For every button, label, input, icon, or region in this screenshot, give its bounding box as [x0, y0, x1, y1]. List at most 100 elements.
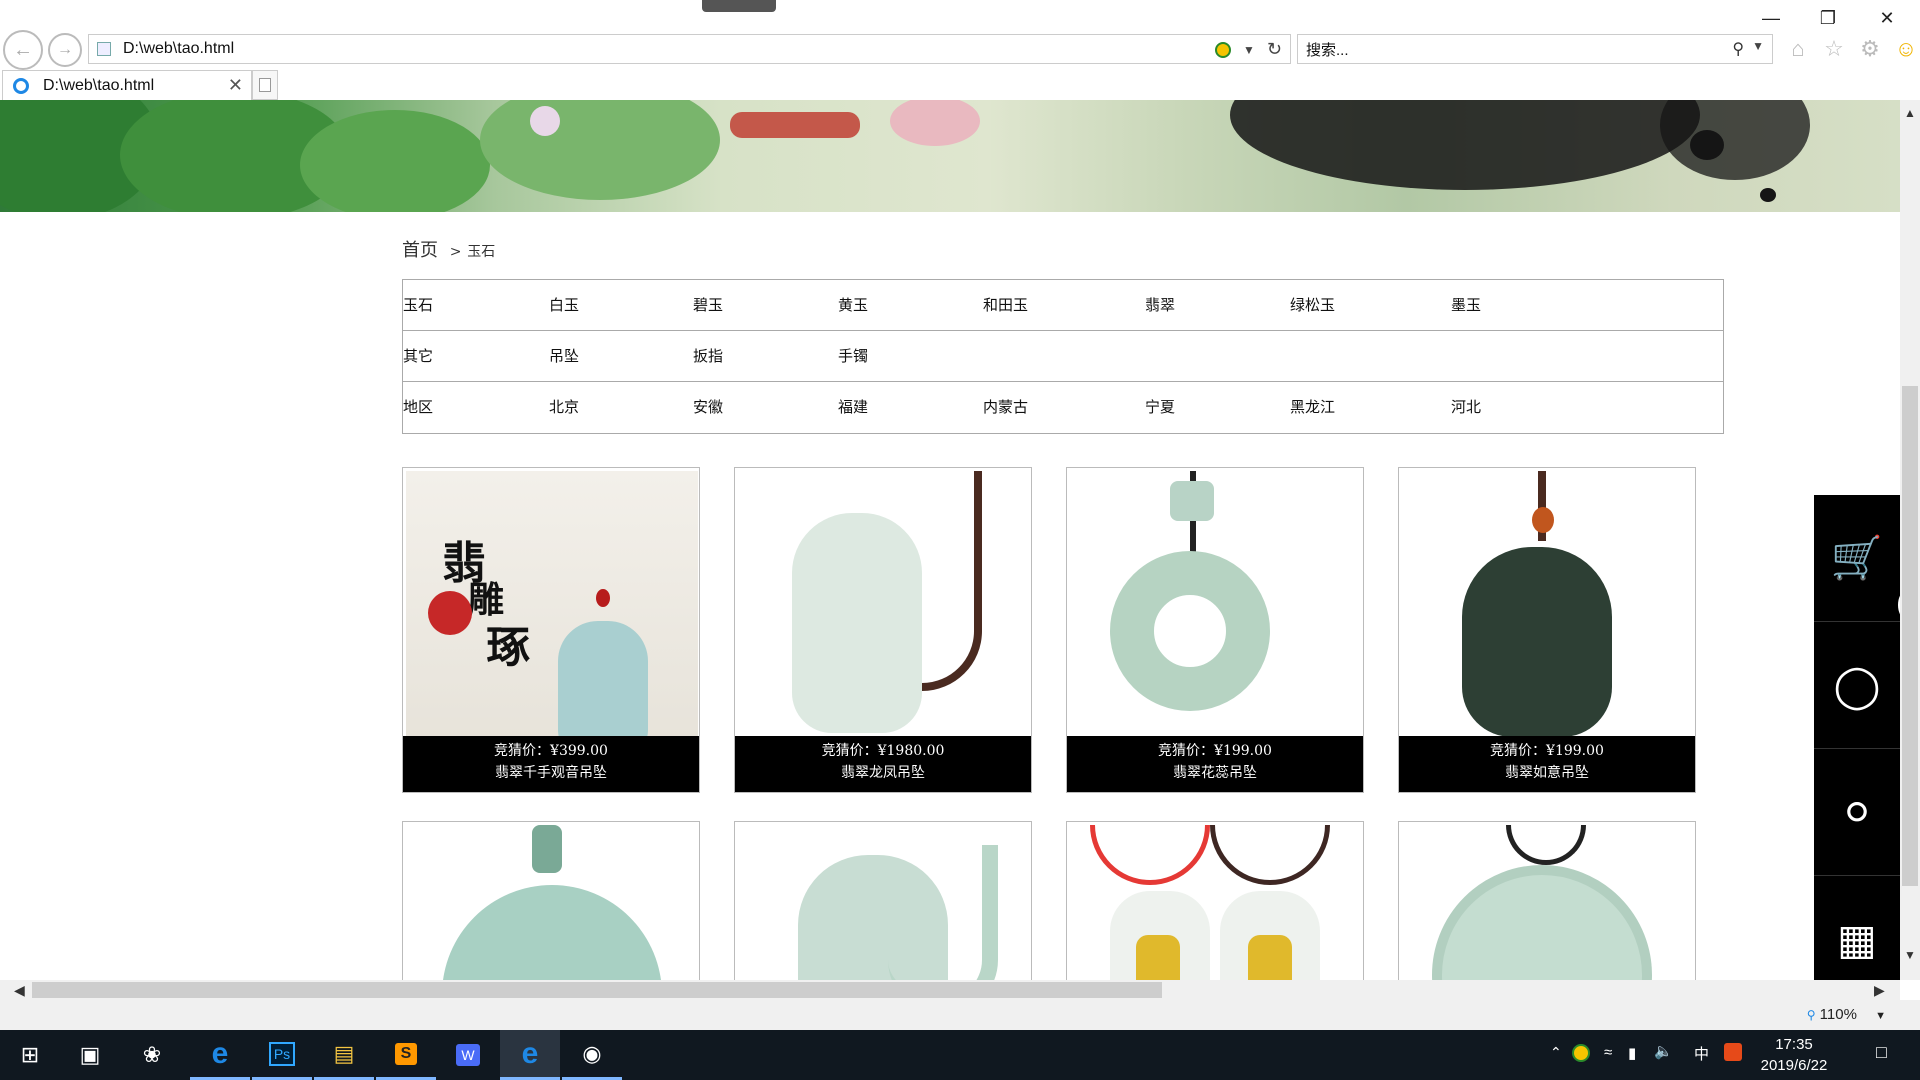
file-explorer-icon[interactable]: ▤ [314, 1030, 374, 1080]
footprint-icon[interactable]: ⚪ [1814, 749, 1900, 876]
qrcode-icon[interactable]: ▦ [1814, 876, 1900, 980]
ie-icon[interactable]: e [500, 1030, 560, 1080]
qq-icon[interactable]: ◯ [1814, 622, 1900, 749]
filter-item[interactable]: 北京 [549, 396, 579, 417]
chevron-down-icon[interactable]: ▼ [1875, 1010, 1886, 1022]
scroll-down-icon[interactable]: ▼ [1904, 948, 1916, 962]
photoshop-badge: Ps [268, 1041, 296, 1066]
filter-item[interactable]: 安徽 [693, 396, 723, 417]
address-bar[interactable]: D:\web\tao.html ▼ ↻ [88, 34, 1291, 64]
scrollbar-thumb[interactable] [1902, 386, 1918, 886]
home-icon[interactable]: ⌂ [1785, 36, 1811, 62]
ime-indicator[interactable]: 中 [1694, 1043, 1709, 1064]
chevron-down-icon[interactable]: ▼ [1752, 39, 1764, 59]
minimize-button[interactable]: — [1751, 6, 1791, 30]
filter-item[interactable]: 福建 [838, 396, 868, 417]
zoom-control[interactable]: ⚲ 110% ▼ [1807, 1006, 1886, 1023]
scroll-up-icon[interactable]: ▲ [1904, 106, 1916, 120]
edge-icon[interactable]: e [190, 1030, 250, 1080]
filter-item[interactable]: 宁夏 [1145, 396, 1175, 417]
cord-shape [532, 825, 562, 873]
filter-item[interactable]: 碧玉 [693, 294, 723, 315]
filter-item[interactable]: 黑龙江 [1290, 396, 1335, 417]
filter-item[interactable]: 扳指 [693, 345, 723, 366]
product-card[interactable] [402, 821, 700, 980]
search-placeholder: 搜索... [1306, 41, 1349, 59]
chevron-down-icon[interactable]: ▼ [1243, 43, 1255, 57]
new-tab-button[interactable] [252, 70, 278, 100]
bead [1532, 507, 1554, 533]
bead [1170, 481, 1214, 521]
restore-button[interactable]: ❐ [1808, 6, 1848, 30]
product-caption: 竞猜价：¥1980.00 翡翠龙凤吊坠 [735, 736, 1031, 792]
browser-window: — ❐ ✕ ← → D:\web\tao.html ▼ ↻ 搜索... ⚲ ▼ … [0, 0, 1920, 1080]
taskbar: ⊞ ▣ ❀ e Ps ▤ S W e ◉ ⌃ ≈ ▮ 🔈 中 □ [0, 1030, 1920, 1080]
chevron-up-icon[interactable]: ⌃ [1550, 1044, 1562, 1061]
photoshop-icon[interactable]: Ps [252, 1030, 312, 1080]
pinwheel-app-icon[interactable]: ❀ [122, 1030, 182, 1080]
product-name[interactable]: 翡翠龙凤吊坠 [735, 762, 1031, 784]
breadcrumb-home-link[interactable]: 首页 [402, 240, 438, 261]
close-window-button[interactable]: ✕ [1867, 6, 1907, 30]
product-name[interactable]: 翡翠花蕊吊坠 [1067, 762, 1363, 784]
task-view-icon[interactable]: ▣ [60, 1030, 120, 1080]
product-card[interactable] [734, 821, 1032, 980]
forward-button[interactable]: → [48, 33, 82, 67]
product-card[interactable] [1066, 821, 1364, 980]
product-caption: 竞猜价：¥399.00 翡翠千手观音吊坠 [403, 736, 699, 792]
address-url: D:\web\tao.html [123, 40, 235, 57]
qq-icon[interactable]: ◉ [562, 1030, 622, 1080]
product-card[interactable]: 竞猜价：¥1980.00 翡翠龙凤吊坠 [734, 467, 1032, 793]
search-input[interactable]: 搜索... ⚲ ▼ [1297, 34, 1773, 64]
battery-icon[interactable]: ▮ [1628, 1044, 1636, 1062]
volume-icon[interactable]: 🔈 [1654, 1042, 1673, 1060]
vertical-scrollbar[interactable]: ▲ ▼ [1900, 100, 1920, 980]
filter-item[interactable]: 和田玉 [983, 294, 1028, 315]
pendant-shape [1432, 865, 1652, 980]
cart-icon[interactable]: 🛒 [1814, 495, 1900, 622]
tab-current[interactable]: D:\web\tao.html ✕ [2, 70, 252, 100]
shield-icon[interactable] [1572, 1044, 1590, 1062]
filter-item[interactable]: 墨玉 [1451, 294, 1481, 315]
search-icon[interactable]: ⚲ [1732, 39, 1744, 59]
favorites-star-icon[interactable]: ☆ [1821, 36, 1847, 62]
product-name[interactable]: 翡翠如意吊坠 [1399, 762, 1695, 784]
scroll-right-icon[interactable]: ▶ [1874, 982, 1885, 999]
scrollbar-thumb[interactable] [32, 982, 1162, 998]
sublime-icon[interactable]: S [376, 1030, 436, 1080]
gear-icon[interactable]: ⚙ [1857, 36, 1883, 62]
scroll-left-icon[interactable]: ◀ [14, 982, 25, 999]
filter-label-category: 玉石 [403, 296, 434, 314]
refresh-icon[interactable]: ↻ [1267, 39, 1282, 60]
filter-item[interactable]: 黄玉 [838, 294, 868, 315]
filter-item[interactable]: 手镯 [838, 345, 868, 366]
filter-item[interactable]: 绿松玉 [1290, 294, 1335, 315]
back-button[interactable]: ← [3, 30, 43, 70]
smiley-icon[interactable]: ☺ [1893, 36, 1919, 62]
product-name[interactable]: 翡翠千手观音吊坠 [403, 762, 699, 784]
product-price: 竞猜价：¥199.00 [1158, 743, 1272, 759]
compat-icon[interactable] [1215, 41, 1232, 58]
status-bar: ⚲ 110% ▼ [0, 1000, 1920, 1030]
wifi-icon[interactable]: ≈ [1604, 1044, 1612, 1061]
filter-item[interactable]: 吊坠 [549, 345, 579, 366]
product-card[interactable]: 竞猜价：¥199.00 翡翠如意吊坠 [1398, 467, 1696, 793]
cord-shape [1506, 825, 1586, 865]
sogou-icon[interactable] [1724, 1043, 1742, 1061]
windows-start-icon[interactable]: ⊞ [0, 1030, 60, 1080]
filter-item[interactable]: 白玉 [549, 294, 579, 315]
horizontal-scrollbar[interactable]: ◀ ▶ [0, 980, 1900, 1000]
notification-icon[interactable]: □ [1876, 1042, 1887, 1063]
product-card[interactable]: 竞猜价：¥199.00 翡翠花蕊吊坠 [1066, 467, 1364, 793]
filter-item[interactable]: 翡翠 [1145, 294, 1175, 315]
product-price: 竞猜价：¥399.00 [494, 743, 608, 759]
taskbar-clock[interactable]: 17:35 2019/6/22 [1746, 1034, 1842, 1076]
wps-icon[interactable]: W [438, 1030, 498, 1080]
close-tab-icon[interactable]: ✕ [228, 75, 243, 96]
filter-item[interactable]: 河北 [1451, 396, 1481, 417]
product-card[interactable] [1398, 821, 1696, 980]
filter-label-type: 其它 [403, 347, 434, 365]
filter-item[interactable]: 内蒙古 [983, 396, 1028, 417]
product-card[interactable]: 翡 雕 琢 竞猜价：¥399.00 翡翠千手观音吊坠 [402, 467, 700, 793]
clock-time: 17:35 [1775, 1036, 1813, 1053]
